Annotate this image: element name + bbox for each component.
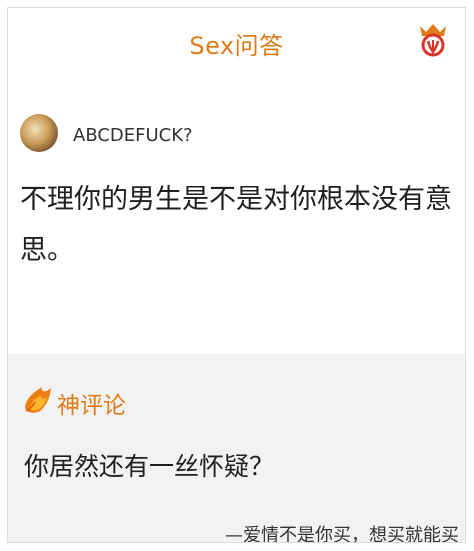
asker-row: ABCDEFUCK? xyxy=(20,114,440,156)
app-title: Sex问答 xyxy=(189,32,284,60)
god-comment-section: 神评论 你居然还有一丝怀疑？ —爱情不是你买，想买就能买 xyxy=(8,354,465,543)
comment-text: 你居然还有一丝怀疑？ xyxy=(24,452,275,481)
god-comment-label: 神评论 xyxy=(57,393,126,419)
crown-logo-icon[interactable] xyxy=(416,22,450,58)
fire-icon xyxy=(25,387,51,413)
god-comment-header: 神评论 xyxy=(22,384,222,419)
app-header: Sex问答 xyxy=(8,8,465,74)
question-text: 不理你的男生是不是对你根本没有意思。 xyxy=(20,184,452,266)
signature-text: —爱情不是你买，想买就能买 xyxy=(225,525,459,543)
qa-card: Sex问答 ABCDEFUCK? 不理你的男生是不是对你根本没有意思。 神评论 … xyxy=(7,7,466,543)
avatar[interactable] xyxy=(20,114,58,152)
asker-name: ABCDEFUCK? xyxy=(73,125,193,146)
